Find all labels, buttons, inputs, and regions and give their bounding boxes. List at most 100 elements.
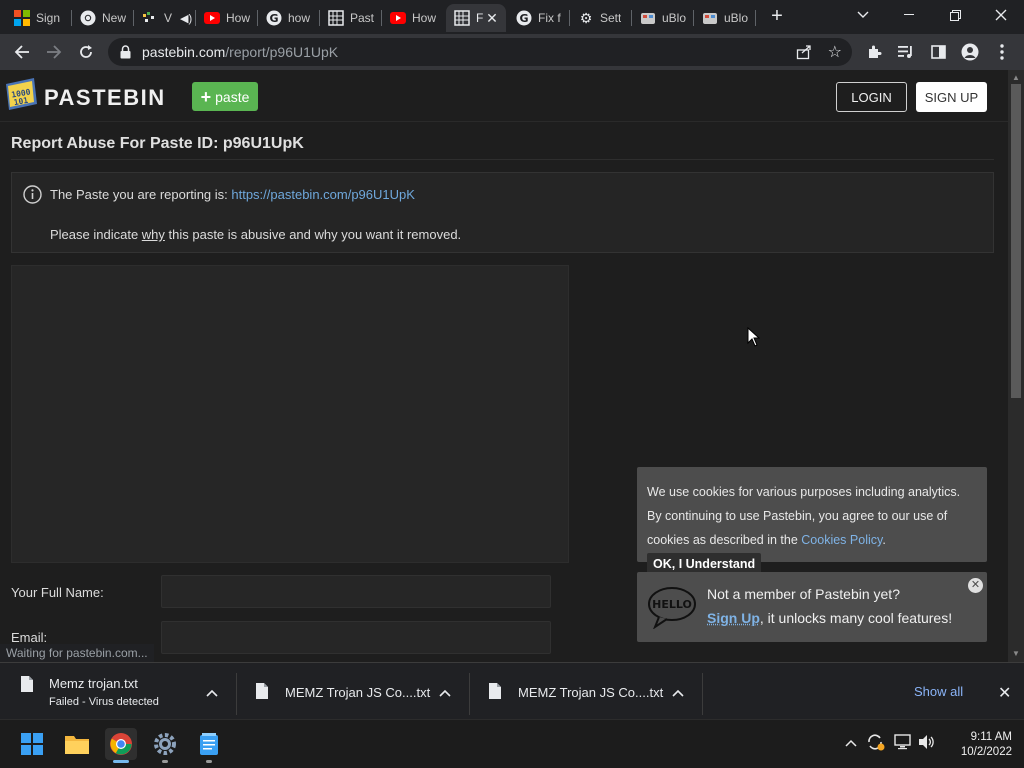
settings-taskbar-icon[interactable] [149, 728, 181, 763]
running-indicator [162, 760, 168, 763]
cookies-policy-link[interactable]: Cookies Policy [801, 533, 882, 547]
notepad-icon[interactable] [193, 728, 225, 763]
minimize-window-icon[interactable] [886, 0, 932, 30]
network-monitor-icon[interactable] [894, 734, 912, 753]
download-item[interactable]: MEMZ Trojan JS Co....txt [488, 671, 698, 713]
close-downloads-bar-icon[interactable]: ✕ [998, 683, 1011, 703]
instruction-why: why [141, 227, 165, 242]
tab-title: Sign [36, 11, 61, 25]
close-window-icon[interactable] [978, 0, 1024, 30]
system-clock[interactable]: 9:11 AM 10/2/2022 [940, 730, 1012, 760]
close-promo-icon[interactable]: ✕ [968, 578, 983, 593]
new-paste-button[interactable]: + paste [192, 82, 258, 111]
browser-tab[interactable]: ⚙ Sett [570, 4, 630, 32]
file-explorer-icon[interactable] [61, 728, 93, 760]
promo-subtitle: Sign Up, it unlocks many cool features! [707, 610, 952, 626]
browser-tab[interactable]: V ◀) [134, 4, 194, 32]
url-path: /report/p96U1UpK [225, 44, 339, 60]
browser-tab[interactable]: Past [320, 4, 380, 32]
download-filename: Memz trojan.txt [49, 676, 138, 691]
tab-title: How [226, 11, 251, 25]
download-filename: MEMZ Trojan JS Co....txt [285, 685, 431, 700]
volume-icon[interactable] [918, 734, 936, 753]
svg-text:G: G [519, 12, 528, 25]
restore-window-icon[interactable] [932, 0, 978, 30]
address-bar[interactable]: pastebin.com/report/p96U1UpK ☆ [108, 38, 852, 66]
speaker-icon[interactable]: ◀) [180, 12, 192, 25]
lock-icon[interactable] [120, 45, 131, 64]
share-icon[interactable] [796, 44, 812, 65]
info-circle-icon [23, 185, 42, 204]
downloads-bar: Memz trojan.txt Failed - Virus detected … [0, 662, 1024, 719]
email-input[interactable] [161, 621, 551, 654]
google-icon: G [516, 10, 532, 26]
email-label: Email: [11, 630, 48, 645]
browser-menu-icon[interactable] [988, 38, 1016, 66]
chevron-up-icon[interactable] [206, 684, 220, 698]
site-header: 1000 101 PASTEBIN + paste LOGIN SIGN UP [0, 70, 1008, 122]
media-control-icon[interactable] [892, 38, 920, 66]
url-host: pastebin.com [142, 44, 226, 60]
show-all-downloads-link[interactable]: Show all [914, 684, 963, 699]
pastebin-icon [328, 10, 344, 26]
clock-date: 10/2/2022 [960, 746, 1012, 758]
scrollbar-thumb[interactable] [1011, 84, 1021, 398]
page-scrollbar[interactable]: ▲ ▼ [1008, 70, 1024, 662]
browser-tab[interactable]: New [72, 4, 132, 32]
chevron-up-icon[interactable] [672, 684, 686, 698]
chrome-icon [80, 10, 96, 26]
signup-button[interactable]: SIGN UP [916, 82, 987, 112]
promo-title: Not a member of Pastebin yet? [707, 586, 900, 602]
login-button[interactable]: LOGIN [836, 82, 907, 112]
bookmark-star-icon[interactable]: ☆ [828, 42, 842, 62]
forward-arrow-icon[interactable] [40, 38, 68, 66]
pastebin-logo-icon[interactable]: 1000 101 [4, 76, 38, 114]
promo-signup-link[interactable]: Sign Up [707, 610, 760, 626]
new-tab-button[interactable]: + [766, 5, 788, 27]
browser-tab[interactable]: How [196, 4, 256, 32]
site-logo-text[interactable]: PASTEBIN [44, 85, 166, 111]
browser-tab[interactable]: Sign [6, 4, 66, 32]
tab-search-chevron-icon[interactable] [840, 0, 886, 30]
tab-title: F [476, 11, 484, 25]
back-arrow-icon[interactable] [8, 38, 36, 66]
side-panel-icon[interactable] [924, 38, 952, 66]
promo-subtitle-rest: , it unlocks many cool features! [759, 610, 953, 626]
scroll-down-arrow-icon[interactable]: ▼ [1012, 650, 1020, 658]
chrome-taskbar-icon[interactable] [105, 728, 137, 763]
reported-paste-link[interactable]: https://pastebin.com/p96U1UpK [231, 187, 415, 202]
download-filename: MEMZ Trojan JS Co....txt [518, 685, 664, 700]
google-icon: G [266, 10, 282, 26]
chevron-up-icon[interactable] [439, 684, 453, 698]
browser-tab[interactable]: G how [258, 4, 318, 32]
download-item[interactable]: Memz trojan.txt Failed - Virus detected [20, 671, 230, 713]
hello-speech-bubble-icon: HELLO [647, 585, 697, 630]
full-name-input[interactable] [161, 575, 551, 608]
hello-text: HELLO [652, 598, 692, 611]
youtube-icon [390, 10, 406, 26]
profile-avatar-icon[interactable] [956, 38, 984, 66]
browser-toolbar: pastebin.com/report/p96U1UpK ☆ [0, 34, 1024, 70]
tab-title: Past [350, 11, 375, 25]
close-tab-icon[interactable]: ✕ [484, 10, 500, 26]
browser-tab[interactable]: How [382, 4, 442, 32]
extensions-puzzle-icon[interactable] [860, 38, 888, 66]
instruction-text: Please indicate why this paste is abusiv… [50, 227, 461, 242]
start-icon[interactable] [16, 728, 48, 760]
reload-icon[interactable] [72, 38, 100, 66]
browser-tab[interactable]: uBlo [632, 4, 692, 32]
mouse-cursor-icon [747, 326, 761, 352]
sync-icon[interactable] [866, 733, 886, 754]
tab-title: Sett [600, 11, 622, 25]
url-text: pastebin.com/report/p96U1UpK [142, 44, 338, 60]
abuse-reason-textarea[interactable] [11, 265, 569, 563]
full-name-label: Your Full Name: [11, 585, 104, 600]
download-item[interactable]: MEMZ Trojan JS Co....txt [255, 671, 465, 713]
scroll-up-arrow-icon[interactable]: ▲ [1012, 74, 1020, 82]
browser-tab[interactable]: uBlo [694, 4, 754, 32]
loading-status-text: Waiting for pastebin.com... [0, 644, 154, 662]
tray-overflow-chevron-icon[interactable] [845, 735, 857, 750]
running-indicator [206, 760, 212, 763]
browser-tab-active[interactable]: F ✕ [446, 4, 506, 32]
browser-tab[interactable]: G Fix f [508, 4, 568, 32]
